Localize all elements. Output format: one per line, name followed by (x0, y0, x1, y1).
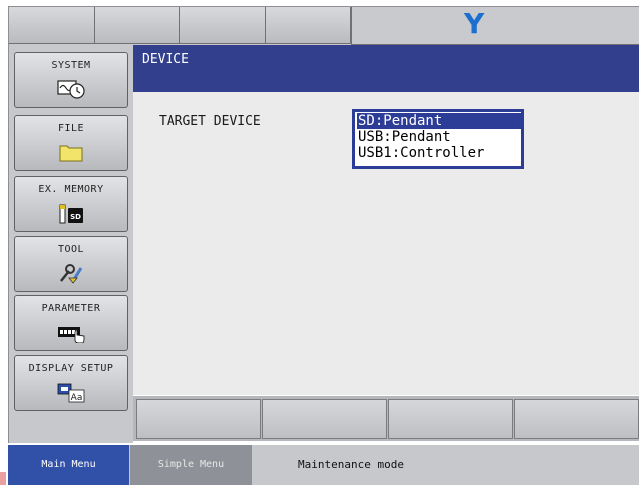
menu-tool-button[interactable]: TOOL (14, 236, 128, 292)
device-option-usb-pendant[interactable]: USB:Pendant (357, 129, 522, 145)
target-device-list[interactable]: SD:Pendant USB:Pendant USB1:Controller (352, 109, 524, 169)
main-menu-panel: SYSTEM FILE EX. MEMORY SD TOOL PARAMETER… (8, 45, 133, 443)
device-option-usb1-controller[interactable]: USB1:Controller (357, 145, 522, 161)
menu-tool-label: TOOL (57, 244, 85, 255)
sd-card-icon: SD (59, 204, 83, 224)
top-button-bar: Y (8, 6, 639, 45)
menu-parameter-label: PARAMETER (41, 303, 101, 314)
target-device-label: TARGET DEVICE (159, 114, 261, 129)
corner-marker (0, 472, 6, 485)
status-bar: Main Menu Simple Menu Maintenance mode (8, 445, 639, 485)
menu-system-label: SYSTEM (51, 60, 91, 71)
top-button-4[interactable] (266, 7, 351, 44)
main-menu-button[interactable]: Main Menu (8, 445, 129, 485)
menu-file-button[interactable]: FILE (14, 115, 128, 171)
svg-text:SD: SD (70, 213, 81, 221)
function-key-3[interactable] (388, 399, 513, 439)
display-setup-icon: Aa (57, 383, 85, 403)
logo-area: Y (351, 7, 639, 45)
svg-text:Aa: Aa (71, 393, 83, 403)
window-title-bar: DEVICE (133, 45, 639, 92)
function-key-4[interactable] (514, 399, 639, 439)
simple-menu-button[interactable]: Simple Menu (130, 445, 252, 485)
content-area: TARGET DEVICE SD:Pendant USB:Pendant USB… (133, 92, 639, 395)
top-button-2[interactable] (95, 7, 180, 44)
folder-icon (59, 145, 83, 162)
parameter-icon (58, 327, 85, 343)
function-key-1[interactable] (136, 399, 261, 439)
pendant-screen: Y SYSTEM FILE EX. MEMORY SD TOOL PARAMET… (0, 0, 639, 485)
menu-file-label: FILE (57, 123, 85, 134)
menu-ex-memory-label: EX. MEMORY (38, 184, 104, 195)
system-icon (57, 80, 85, 99)
window-title: DEVICE (142, 52, 189, 67)
top-button-3[interactable] (180, 7, 266, 44)
status-message: Maintenance mode (298, 458, 404, 471)
yaskawa-logo: Y (464, 7, 485, 40)
menu-parameter-button[interactable]: PARAMETER (14, 295, 128, 351)
function-key-2[interactable] (262, 399, 387, 439)
device-option-sd-pendant[interactable]: SD:Pendant (357, 113, 522, 129)
function-key-bar (133, 396, 639, 441)
top-button-1[interactable] (9, 7, 95, 44)
menu-ex-memory-button[interactable]: EX. MEMORY SD (14, 176, 128, 232)
menu-display-setup-button[interactable]: DISPLAY SETUP Aa (14, 355, 128, 411)
tool-icon (60, 264, 83, 284)
menu-display-setup-label: DISPLAY SETUP (28, 363, 114, 374)
menu-system-button[interactable]: SYSTEM (14, 52, 128, 108)
